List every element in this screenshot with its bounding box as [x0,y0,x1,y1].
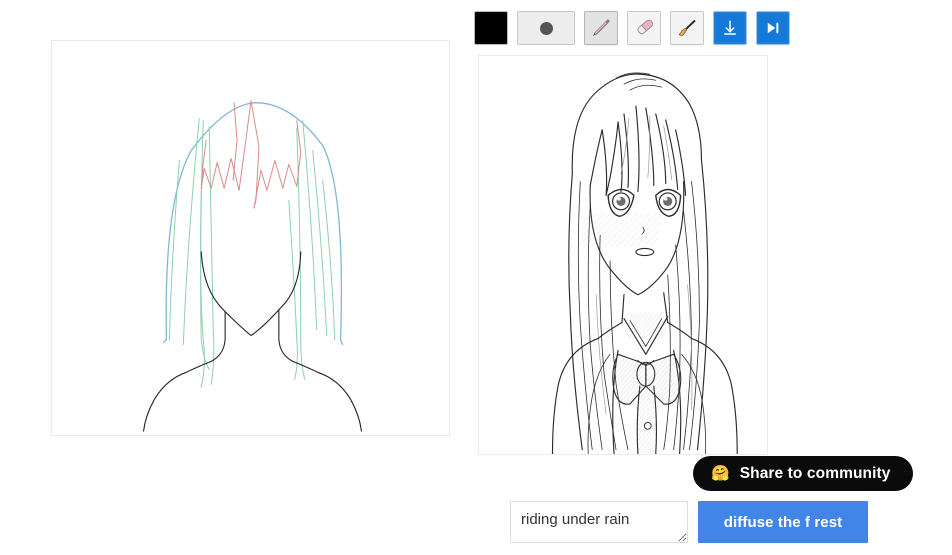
download-button[interactable] [713,11,747,45]
eraser-tool-button[interactable] [627,11,661,45]
drawing-toolbar [474,11,790,45]
generated-result-image[interactable] [478,55,768,455]
pencil-tool-button[interactable] [584,11,618,45]
input-sketch-canvas[interactable] [51,40,450,436]
brush-size-button[interactable] [517,11,575,45]
next-button[interactable] [756,11,790,45]
share-to-community-button[interactable]: 🤗 Share to community [693,456,913,491]
eraser-icon [633,17,655,39]
share-to-community-label: Share to community [739,464,891,482]
prompt-input[interactable] [510,501,688,543]
paintbrush-icon [676,17,698,39]
diffuse-submit-button[interactable]: diffuse the f rest [698,501,868,543]
prompt-row: diffuse the f rest [510,501,868,543]
hugging-face-emoji-icon: 🤗 [711,465,730,482]
color-swatch-button[interactable] [474,11,508,45]
download-arrow-down-icon [716,14,744,42]
skip-forward-icon [759,14,787,42]
pencil-icon [590,17,612,39]
brush-tool-button[interactable] [670,11,704,45]
app-root: 🤗 Share to community diffuse the f rest [0,0,952,555]
brush-size-dot-icon [539,21,553,35]
